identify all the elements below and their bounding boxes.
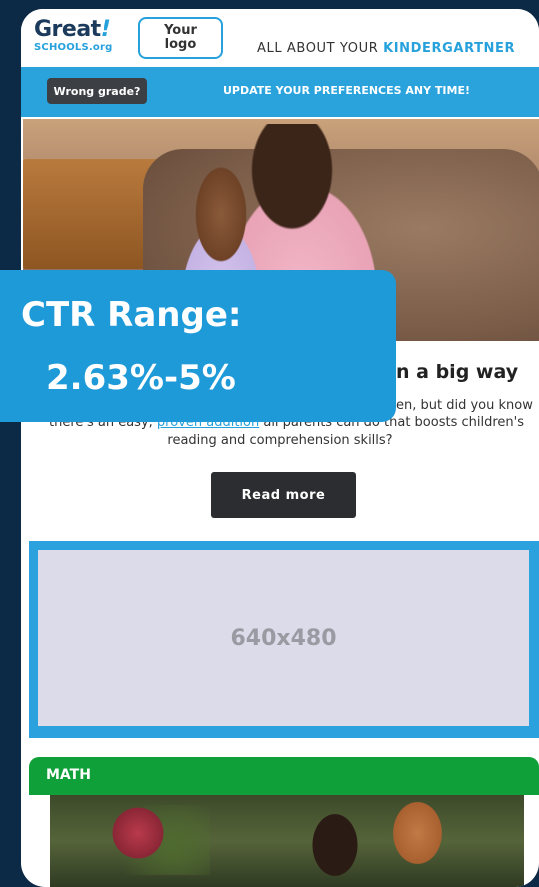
logo-bang: ! xyxy=(100,17,111,42)
read-more-button[interactable]: Read more xyxy=(211,472,356,518)
article-body-line3: reading and comprehension skills? xyxy=(167,433,393,448)
ctr-range-title: CTR Range: xyxy=(21,295,242,335)
math-photo-woman-shape xyxy=(300,813,370,887)
math-photo-child-shape xyxy=(375,797,460,887)
ctr-range-value: 2.63%-5% xyxy=(46,358,236,398)
email-header: Great! SCHOOLS.org Your logo ALL ABOUT Y… xyxy=(21,9,539,67)
greatschools-logo[interactable]: Great! xyxy=(34,17,111,42)
math-section-label: MATH xyxy=(46,767,91,783)
tagline-grade: KINDERGARTNER xyxy=(383,41,516,56)
math-section-image[interactable] xyxy=(50,795,524,887)
update-preferences-link[interactable]: UPDATE YOUR PREFERENCES ANY TIME! xyxy=(223,84,470,97)
ad-preview-frame: Great! SCHOOLS.org Your logo ALL ABOUT Y… xyxy=(0,0,539,887)
tagline-prefix: ALL ABOUT YOUR xyxy=(257,41,384,56)
ad-placeholder-size-label: 640x480 xyxy=(230,625,337,651)
article-headline[interactable]: n a big way xyxy=(396,361,518,383)
email-preview: Great! SCHOOLS.org Your logo ALL ABOUT Y… xyxy=(21,9,539,887)
preferences-bar: Wrong grade? UPDATE YOUR PREFERENCES ANY… xyxy=(21,67,539,117)
header-tagline: ALL ABOUT YOUR KINDERGARTNER xyxy=(257,41,515,56)
logo-main-text: Great xyxy=(34,17,101,42)
math-photo-flowers-shape xyxy=(90,805,210,875)
your-logo-placeholder: Your logo xyxy=(138,17,223,59)
ad-placeholder: 640x480 xyxy=(38,550,529,726)
ctr-range-overlay xyxy=(0,270,396,422)
wrong-grade-button[interactable]: Wrong grade? xyxy=(47,78,147,104)
article-body-line1: en, but did you know xyxy=(396,398,533,413)
math-section-header: MATH xyxy=(29,757,539,795)
logo-subtext: SCHOOLS.org xyxy=(34,42,113,53)
